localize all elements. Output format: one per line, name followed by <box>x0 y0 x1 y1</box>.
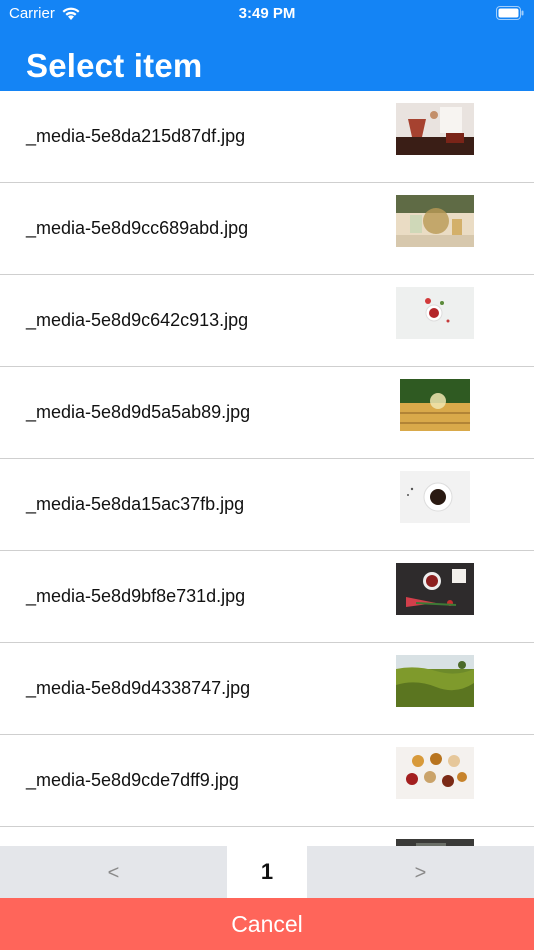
nav-header: Carrier 3:49 PM Select item <box>0 0 534 91</box>
item-thumbnail <box>396 379 474 431</box>
item-thumbnail <box>396 563 474 615</box>
list-item[interactable]: _media-5e8d9d4338747.jpg <box>0 643 534 735</box>
current-page: 1 <box>260 859 274 884</box>
item-thumbnail <box>396 103 474 155</box>
item-thumbnail <box>396 655 474 707</box>
list-item[interactable]: _media-5e8d9c642c913.jpg <box>0 275 534 367</box>
pagination: < 1 > <box>0 846 534 898</box>
page-title: Select item <box>26 47 203 84</box>
next-page-button[interactable]: > <box>307 846 534 898</box>
item-thumbnail <box>396 287 474 339</box>
list-item[interactable]: _media-5e8d9bf8e731d.jpg <box>0 551 534 643</box>
item-filename: _media-5e8d9cc689abd.jpg <box>26 218 249 238</box>
clock: 3:49 PM <box>238 5 296 22</box>
cancel-button[interactable]: Cancel <box>0 898 534 950</box>
prev-page-button[interactable]: < <box>0 846 227 898</box>
item-filename: _media-5e8d9d4338747.jpg <box>26 678 251 698</box>
item-filename: _media-5e8d9d5a5ab89.jpg <box>26 402 251 422</box>
item-list[interactable]: _media-5e8da215d87df.jpg _media-5e8d9cc6… <box>0 91 534 846</box>
list-item[interactable]: _media-5e8d9d5a5ab89.jpg <box>0 367 534 459</box>
list-item[interactable]: _media-5e8da215d87df.jpg <box>0 91 534 183</box>
item-thumbnail <box>396 839 474 846</box>
status-bar: Carrier 3:49 PM <box>0 0 534 28</box>
item-filename: _media-5e8d9cde7dff9.jpg <box>26 770 239 790</box>
item-thumbnail <box>396 471 474 523</box>
list-item[interactable] <box>0 827 534 846</box>
item-filename: _media-5e8d9bf8e731d.jpg <box>26 586 246 606</box>
item-thumbnail <box>396 195 474 247</box>
list-item[interactable]: _media-5e8da15ac37fb.jpg <box>0 459 534 551</box>
item-filename: _media-5e8da15ac37fb.jpg <box>26 494 245 514</box>
battery-icon <box>496 6 524 20</box>
list-item[interactable]: _media-5e8d9cde7dff9.jpg <box>0 735 534 827</box>
item-filename: _media-5e8da215d87df.jpg <box>26 126 246 146</box>
list-item[interactable]: _media-5e8d9cc689abd.jpg <box>0 183 534 275</box>
item-filename: _media-5e8d9c642c913.jpg <box>26 310 249 330</box>
item-thumbnail <box>396 747 474 799</box>
